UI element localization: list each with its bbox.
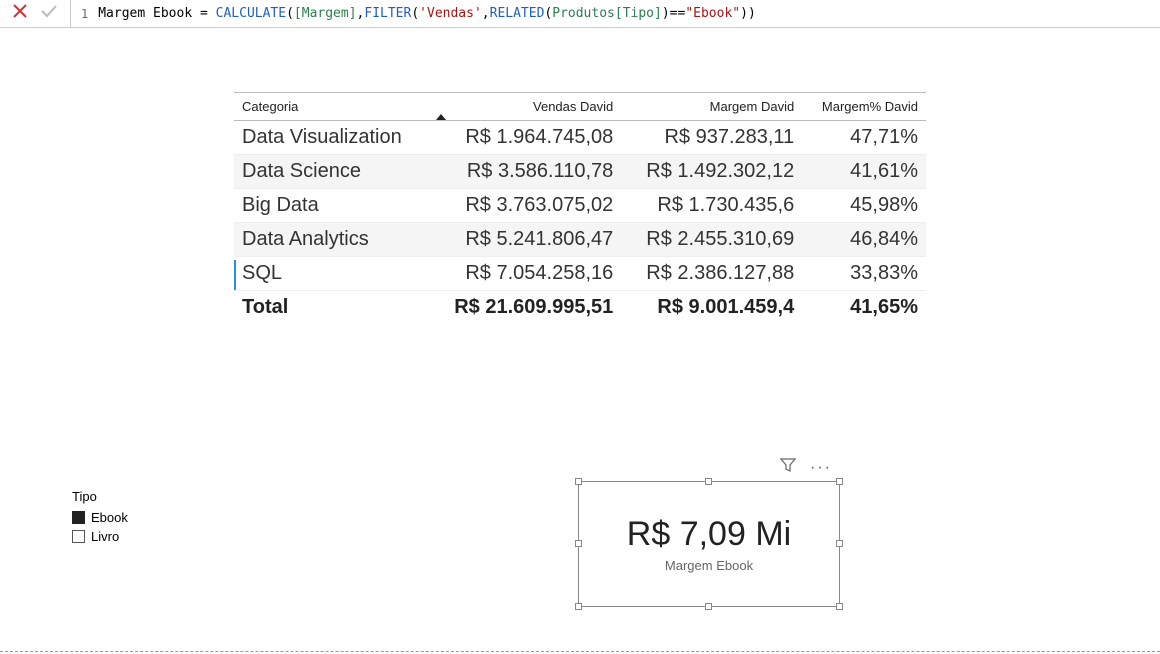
cell-pct: 33,83% bbox=[802, 257, 926, 291]
col-categoria[interactable]: Categoria bbox=[234, 93, 428, 121]
eqeq: == bbox=[670, 6, 686, 21]
cell-pct: 47,71% bbox=[802, 121, 926, 155]
col-vendas[interactable]: Vendas David bbox=[428, 93, 621, 121]
slicer-title: Tipo bbox=[72, 489, 128, 504]
comma: , bbox=[482, 6, 490, 21]
cell-vendas: R$ 1.964.745,08 bbox=[428, 121, 621, 155]
cell-categoria: Big Data bbox=[234, 189, 428, 223]
table-visual[interactable]: Categoria Vendas David Margem David Marg… bbox=[234, 92, 926, 324]
resize-handle[interactable] bbox=[836, 540, 843, 547]
card-value: R$ 7,09 Mi bbox=[627, 515, 791, 554]
fn-calculate: CALCULATE bbox=[216, 6, 286, 21]
fn-related: RELATED bbox=[490, 6, 545, 21]
arg-margem: [Margem] bbox=[294, 6, 357, 21]
filter-icon[interactable] bbox=[780, 457, 796, 478]
total-vendas: R$ 21.609.995,51 bbox=[428, 291, 621, 325]
table-row[interactable]: Big Data R$ 3.763.075,02 R$ 1.730.435,6 … bbox=[234, 189, 926, 223]
resize-handle[interactable] bbox=[575, 603, 582, 610]
total-margem: R$ 9.001.459,4 bbox=[621, 291, 802, 325]
resize-handle[interactable] bbox=[575, 478, 582, 485]
card-visual[interactable]: R$ 7,09 Mi Margem Ebook bbox=[578, 481, 840, 607]
table-row[interactable]: Data Analytics R$ 5.241.806,47 R$ 2.455.… bbox=[234, 223, 926, 257]
cell-categoria: Data Analytics bbox=[234, 223, 428, 257]
resize-handle[interactable] bbox=[575, 540, 582, 547]
slicer-item-ebook[interactable]: Ebook bbox=[72, 510, 128, 525]
cell-margem: R$ 937.283,11 bbox=[621, 121, 802, 155]
card-label: Margem Ebook bbox=[665, 558, 753, 573]
paren: ) bbox=[748, 6, 756, 21]
cell-vendas: R$ 7.054.258,16 bbox=[428, 257, 621, 291]
cell-categoria: SQL bbox=[234, 257, 428, 291]
cancel-icon[interactable] bbox=[12, 3, 28, 24]
table-row[interactable]: Data Science R$ 3.586.110,78 R$ 1.492.30… bbox=[234, 155, 926, 189]
data-table: Categoria Vendas David Margem David Marg… bbox=[234, 92, 926, 324]
slicer-item-livro[interactable]: Livro bbox=[72, 529, 128, 544]
slicer-item-label: Ebook bbox=[91, 510, 128, 525]
paren: ( bbox=[411, 6, 419, 21]
checkbox-icon[interactable] bbox=[72, 530, 85, 543]
resize-handle[interactable] bbox=[836, 603, 843, 610]
measure-name: Margem Ebook bbox=[98, 6, 192, 21]
resize-handle[interactable] bbox=[705, 603, 712, 610]
cell-pct: 46,84% bbox=[802, 223, 926, 257]
equals: = bbox=[192, 6, 215, 21]
cell-vendas: R$ 5.241.806,47 bbox=[428, 223, 621, 257]
commit-icon[interactable] bbox=[40, 4, 58, 23]
formula-input[interactable]: Margem Ebook = CALCULATE([Margem],FILTER… bbox=[98, 6, 756, 21]
formula-actions bbox=[0, 0, 71, 27]
arg-produtos-tipo: Produtos[Tipo] bbox=[552, 6, 662, 21]
cell-margem: R$ 1.730.435,6 bbox=[621, 189, 802, 223]
col-margem[interactable]: Margem David bbox=[621, 93, 802, 121]
str-ebook: "Ebook" bbox=[685, 6, 740, 21]
cell-margem: R$ 1.492.302,12 bbox=[621, 155, 802, 189]
resize-handle[interactable] bbox=[836, 478, 843, 485]
visual-header: ··· bbox=[780, 457, 832, 478]
cell-margem: R$ 2.455.310,69 bbox=[621, 223, 802, 257]
cell-categoria: Data Science bbox=[234, 155, 428, 189]
table-row[interactable]: SQL R$ 7.054.258,16 R$ 2.386.127,88 33,8… bbox=[234, 257, 926, 291]
col-margem-pct[interactable]: Margem% David bbox=[802, 93, 926, 121]
row-cursor bbox=[234, 260, 236, 290]
formula-bar: 1 Margem Ebook = CALCULATE([Margem],FILT… bbox=[0, 0, 1160, 28]
cell-categoria: Data Visualization bbox=[234, 121, 428, 155]
total-row: Total R$ 21.609.995,51 R$ 9.001.459,4 41… bbox=[234, 291, 926, 325]
table-row[interactable]: Data Visualization R$ 1.964.745,08 R$ 93… bbox=[234, 121, 926, 155]
cell-vendas: R$ 3.763.075,02 bbox=[428, 189, 621, 223]
arg-vendas: 'Vendas' bbox=[419, 6, 482, 21]
slicer-item-label: Livro bbox=[91, 529, 119, 544]
paren: ) bbox=[740, 6, 748, 21]
resize-handle[interactable] bbox=[705, 478, 712, 485]
paren: ( bbox=[286, 6, 294, 21]
total-pct: 41,65% bbox=[802, 291, 926, 325]
more-options-icon[interactable]: ··· bbox=[810, 459, 832, 477]
slicer-tipo[interactable]: Tipo Ebook Livro bbox=[72, 489, 128, 548]
formula-line-number: 1 bbox=[71, 7, 98, 21]
total-label: Total bbox=[234, 291, 428, 325]
paren: ) bbox=[662, 6, 670, 21]
checkbox-icon[interactable] bbox=[72, 511, 85, 524]
fn-filter: FILTER bbox=[364, 6, 411, 21]
cell-pct: 41,61% bbox=[802, 155, 926, 189]
cell-margem: R$ 2.386.127,88 bbox=[621, 257, 802, 291]
cell-pct: 45,98% bbox=[802, 189, 926, 223]
canvas-edge bbox=[0, 651, 1160, 652]
cell-vendas: R$ 3.586.110,78 bbox=[428, 155, 621, 189]
